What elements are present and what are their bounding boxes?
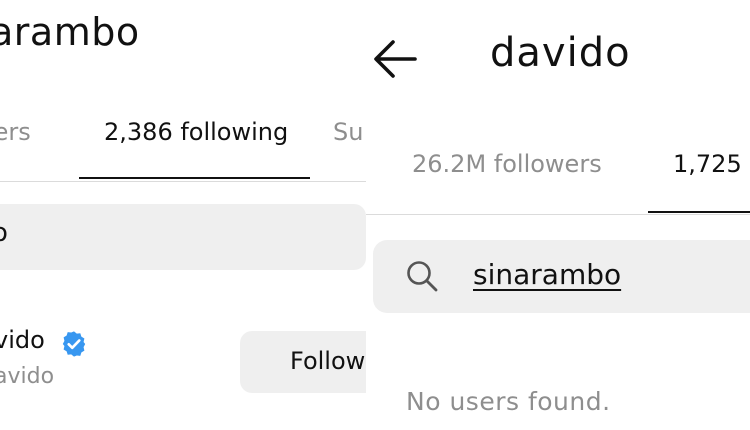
tab-followers[interactable]: 26.2M followers bbox=[412, 150, 602, 178]
tab-suggested[interactable]: Su bbox=[333, 118, 363, 146]
profile-title: davido bbox=[490, 30, 631, 76]
search-field[interactable] bbox=[0, 204, 366, 270]
tabs-divider bbox=[0, 181, 366, 182]
tabs-divider bbox=[366, 214, 750, 215]
arrow-left-icon[interactable] bbox=[371, 37, 419, 81]
user-display-name: avido bbox=[0, 364, 55, 389]
profile-title: arambo bbox=[0, 10, 140, 54]
tab-following[interactable]: 1,725 bbox=[673, 150, 742, 178]
user-username[interactable]: vido bbox=[0, 326, 45, 354]
right-screen: davido 26.2M followers 1,725 sinarambo N… bbox=[366, 0, 750, 430]
verified-badge-icon bbox=[62, 331, 86, 357]
active-tab-indicator bbox=[79, 177, 310, 179]
follow-button[interactable]: Follow bbox=[240, 331, 366, 393]
search-input-value[interactable]: o bbox=[0, 218, 8, 248]
tab-following[interactable]: 2,386 following bbox=[104, 118, 288, 146]
follow-button-label: Follow bbox=[290, 347, 366, 375]
left-screen: arambo wers 2,386 following Su o vido av… bbox=[0, 0, 366, 430]
empty-state-message: No users found. bbox=[406, 387, 611, 416]
search-input-value[interactable]: sinarambo bbox=[473, 258, 621, 291]
search-icon bbox=[407, 261, 438, 292]
active-tab-indicator bbox=[648, 211, 750, 213]
tab-followers[interactable]: wers bbox=[0, 118, 31, 146]
